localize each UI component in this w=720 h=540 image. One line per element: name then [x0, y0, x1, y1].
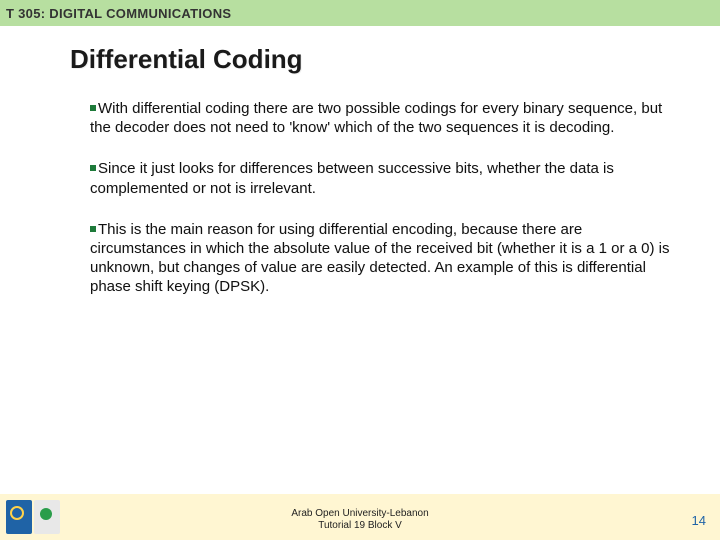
paragraph-1: With differential coding there are two p…	[90, 99, 672, 137]
paragraph-2: Since it just looks for differences betw…	[90, 159, 672, 197]
page-number: 14	[692, 513, 706, 528]
course-code: T 305: DIGITAL COMMUNICATIONS	[6, 6, 231, 21]
paragraph-3: This is the main reason for using differ…	[90, 220, 672, 297]
bullet-icon	[90, 226, 96, 232]
footer-text: Arab Open University-Lebanon Tutorial 19…	[0, 508, 720, 532]
paragraph-2-text: Since it just looks for differences betw…	[90, 160, 614, 196]
slide: T 305: DIGITAL COMMUNICATIONS Differenti…	[0, 0, 720, 540]
footer-line-2: Tutorial 19 Block V	[318, 520, 402, 531]
paragraph-3-text: This is the main reason for using differ…	[90, 221, 669, 296]
slide-title: Differential Coding	[70, 44, 720, 75]
header-bar: T 305: DIGITAL COMMUNICATIONS	[0, 0, 720, 26]
paragraph-1-text: With differential coding there are two p…	[90, 100, 662, 136]
footer-line-1: Arab Open University-Lebanon	[291, 508, 428, 519]
bullet-icon	[90, 165, 96, 171]
bullet-icon	[90, 105, 96, 111]
body-content: With differential coding there are two p…	[90, 99, 672, 297]
